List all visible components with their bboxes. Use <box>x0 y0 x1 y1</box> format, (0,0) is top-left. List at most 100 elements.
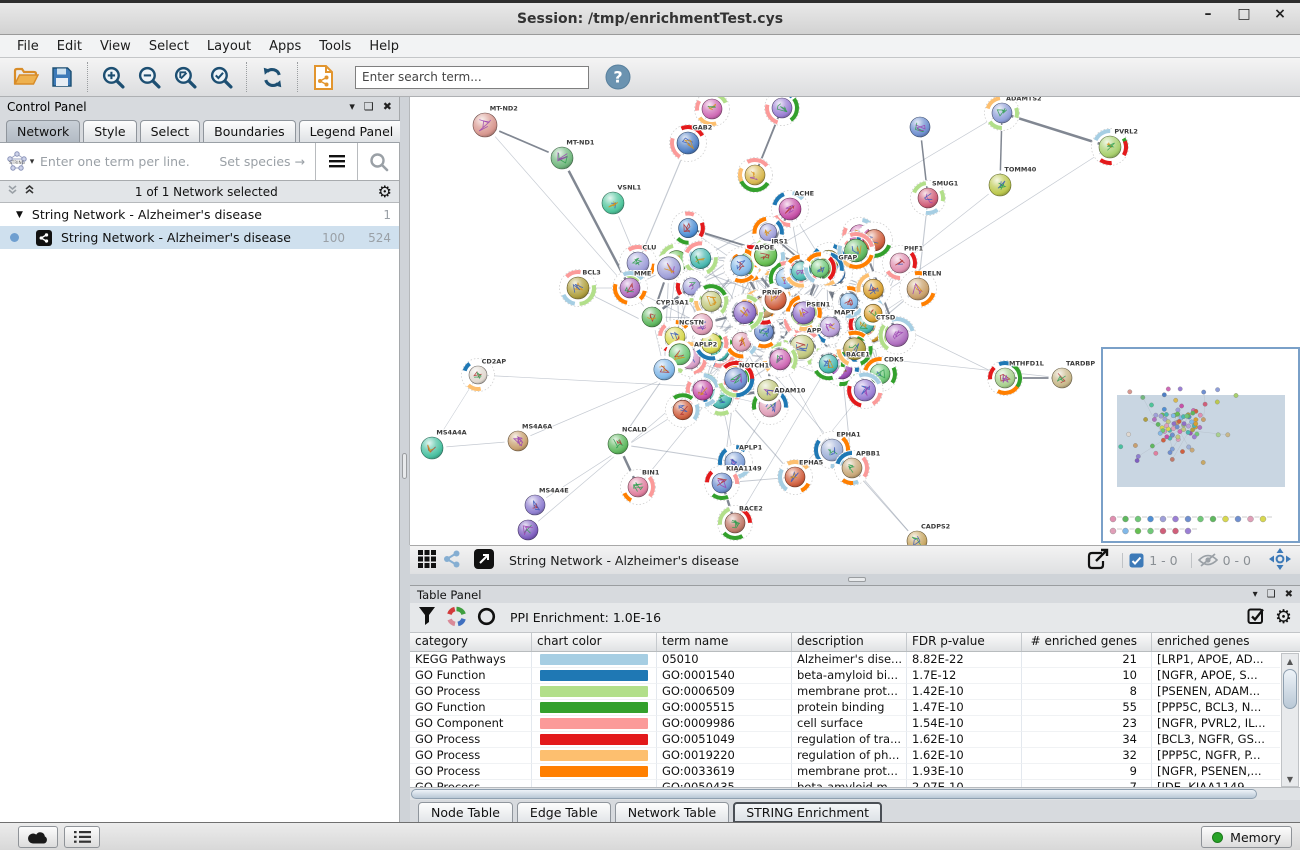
menu-file[interactable]: File <box>8 37 48 56</box>
network-node-ms4a4a[interactable] <box>421 437 443 459</box>
menu-help[interactable]: Help <box>360 37 408 56</box>
enrichment-table-row[interactable]: GO ProcessGO:0050435beta-amyloid m...2.0… <box>410 780 1300 787</box>
panel-menu-icon[interactable]: ▾ <box>1253 590 1258 600</box>
enrichment-table-row[interactable]: GO ProcessGO:0006509membrane prot...1.42… <box>410 684 1300 700</box>
string-options-menu-icon[interactable] <box>315 143 357 180</box>
network-node[interactable] <box>518 520 538 540</box>
refresh-layout-icon[interactable] <box>254 61 290 93</box>
maximize-button[interactable]: □ <box>1236 6 1252 22</box>
menu-edit[interactable]: Edit <box>48 37 91 56</box>
tab-style[interactable]: Style <box>83 120 136 142</box>
network-node-smug1[interactable] <box>918 188 938 208</box>
enrichment-table-row[interactable]: GO ProcessGO:0033619membrane prot...1.93… <box>410 764 1300 780</box>
zoom-out-icon[interactable] <box>131 61 167 93</box>
network-tree-row[interactable]: ▼String Network - Alzheimer's disease1 <box>0 203 399 226</box>
open-in-browser-icon[interactable] <box>474 549 494 572</box>
import-network-icon[interactable] <box>305 61 341 93</box>
export-network-icon[interactable] <box>1085 547 1111 574</box>
network-node-cyp19a1[interactable] <box>642 307 662 327</box>
navigate-crosshair-icon[interactable] <box>1268 547 1292 574</box>
chart-settings-icon[interactable] <box>446 606 467 630</box>
network-node-pvrl2[interactable] <box>1099 136 1121 158</box>
tab-network-table[interactable]: Network Table <box>615 802 730 823</box>
network-view[interactable]: MT-ND2MT-ND1VSNL1GAB2ADAMTS2PVRL2TOMM40S… <box>410 97 1300 545</box>
network-node-bin1[interactable] <box>628 477 648 497</box>
network-node[interactable] <box>657 257 680 280</box>
help-icon[interactable]: ? <box>605 64 631 90</box>
clear-chart-icon[interactable] <box>477 607 496 629</box>
network-node[interactable] <box>673 400 693 420</box>
scrollbar-thumb[interactable] <box>1283 669 1297 709</box>
vertical-splitter[interactable] <box>400 97 410 545</box>
enrichment-table-row[interactable]: GO ComponentGO:0009986cell surface1.54E-… <box>410 716 1300 732</box>
splitter-grip[interactable] <box>848 577 866 582</box>
expand-all-icon[interactable] <box>24 184 35 199</box>
menu-select[interactable]: Select <box>140 37 198 56</box>
scrollbar-thumb[interactable] <box>411 789 1257 799</box>
column-header-category[interactable]: category <box>410 633 532 651</box>
collapse-triangle-icon[interactable]: ▼ <box>16 210 23 220</box>
enrichment-table-row[interactable]: KEGG Pathways05010Alzheimer's dise...8.8… <box>410 652 1300 668</box>
zoom-in-icon[interactable] <box>95 61 131 93</box>
float-panel-icon[interactable]: ❑ <box>364 102 374 112</box>
tab-network[interactable]: Network <box>6 120 80 142</box>
menu-apps[interactable]: Apps <box>260 37 310 56</box>
close-panel-icon[interactable]: ✖ <box>1285 590 1293 600</box>
menu-layout[interactable]: Layout <box>198 37 260 56</box>
cloud-tasks-button[interactable] <box>18 826 58 848</box>
tab-node-table[interactable]: Node Table <box>418 802 513 823</box>
memory-button[interactable]: Memory <box>1201 826 1292 848</box>
menu-view[interactable]: View <box>91 37 140 56</box>
string-search-icon[interactable] <box>357 143 399 180</box>
string-logo-icon[interactable]: STRING ▾ <box>0 151 40 173</box>
save-session-icon[interactable] <box>44 61 80 93</box>
network-node[interactable] <box>811 259 829 277</box>
hidden-nodes-badge[interactable]: 0 - 0 <box>1191 553 1257 568</box>
column-header--enriched-genes[interactable]: # enriched genes <box>1022 633 1152 651</box>
open-session-icon[interactable] <box>8 61 44 93</box>
float-panel-icon[interactable]: ❑ <box>1267 590 1276 600</box>
network-node-apbb1[interactable] <box>842 458 862 478</box>
vertical-scrollbar[interactable]: ▲ ▼ <box>1281 653 1299 787</box>
network-node-kiaa1149[interactable] <box>712 473 732 493</box>
column-header-chart-color[interactable]: chart color <box>532 633 657 651</box>
selected-nodes-badge[interactable]: 1 - 0 <box>1122 553 1183 568</box>
set-species-hint[interactable]: Set species → <box>219 154 305 169</box>
network-options-gear-icon[interactable]: ⚙ <box>378 182 392 201</box>
birds-eye-view[interactable] <box>1101 347 1300 543</box>
close-button[interactable]: × <box>1272 6 1288 22</box>
network-node[interactable] <box>854 380 875 401</box>
horizontal-splitter[interactable] <box>410 574 1300 585</box>
search-input[interactable] <box>355 66 589 89</box>
network-node-ms4a4e[interactable] <box>525 495 545 515</box>
network-node[interactable] <box>745 165 765 185</box>
network-node-mt-nd2[interactable] <box>473 113 497 137</box>
tab-string-enrichment[interactable]: STRING Enrichment <box>733 802 882 823</box>
splitter-grip[interactable] <box>402 453 407 479</box>
collapse-all-icon[interactable] <box>7 184 18 199</box>
zoom-fit-icon[interactable] <box>167 61 203 93</box>
string-query-input[interactable] <box>40 154 219 169</box>
network-node[interactable] <box>693 380 713 400</box>
zoom-selected-icon[interactable] <box>203 61 239 93</box>
enrichment-table-row[interactable]: GO FunctionGO:0001540beta-amyloid bi...1… <box>410 668 1300 684</box>
tab-select[interactable]: Select <box>140 120 201 142</box>
enrichment-settings-gear-icon[interactable]: ⚙ <box>1275 608 1292 627</box>
tab-boundaries[interactable]: Boundaries <box>203 120 295 142</box>
scroll-up-arrow[interactable]: ▲ <box>1282 654 1298 668</box>
share-network-icon[interactable] <box>443 550 461 571</box>
task-history-button[interactable] <box>64 826 100 848</box>
select-terms-icon[interactable] <box>1247 607 1265 628</box>
tab-edge-table[interactable]: Edge Table <box>517 802 611 823</box>
enrichment-table-row[interactable]: GO ProcessGO:0019220regulation of ph...1… <box>410 748 1300 764</box>
filter-icon[interactable] <box>418 606 436 629</box>
enrichment-table-row[interactable]: GO FunctionGO:0005515protein binding1.47… <box>410 700 1300 716</box>
column-header-fdr-p-value[interactable]: FDR p-value <box>907 633 1022 651</box>
column-header-description[interactable]: description <box>792 633 907 651</box>
enrichment-table-row[interactable]: GO ProcessGO:0051049regulation of tra...… <box>410 732 1300 748</box>
grid-view-icon[interactable] <box>418 550 436 571</box>
network-node-tomm40[interactable] <box>989 174 1011 196</box>
menu-tools[interactable]: Tools <box>310 37 360 56</box>
minimize-button[interactable]: – <box>1200 6 1216 22</box>
birds-eye-canvas[interactable] <box>1103 349 1298 541</box>
